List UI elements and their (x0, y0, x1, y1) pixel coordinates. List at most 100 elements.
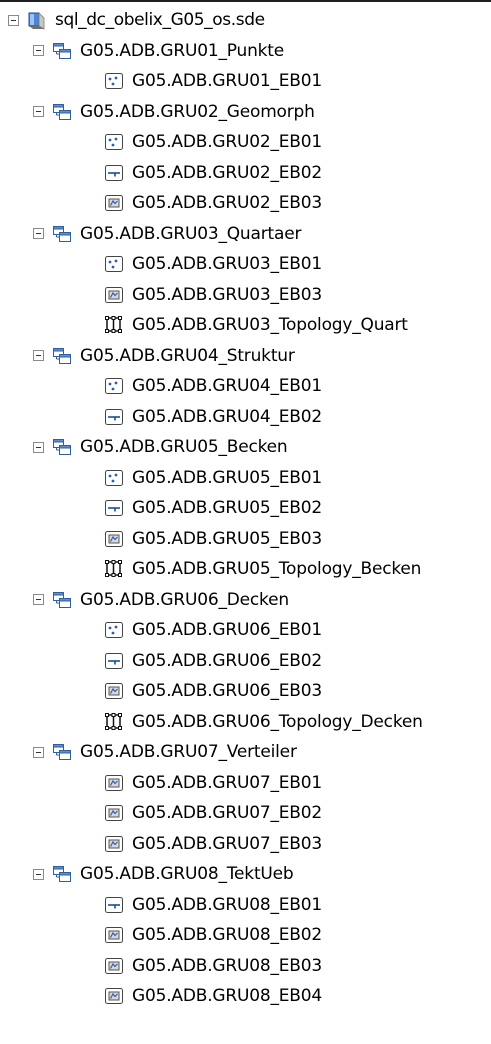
tree-item-label: G05.ADB.GRU07_EB01 (132, 772, 322, 793)
tree-item-label: G05.ADB.GRU05_EB01 (132, 467, 322, 488)
tree-item-feature-class[interactable]: G05.ADB.GRU02_EB03 (104, 188, 322, 218)
tree-item-label: G05.ADB.GRU02_EB01 (132, 132, 322, 152)
tree-item-feature-class[interactable]: G05.ADB.GRU05_EB02 (104, 493, 322, 523)
polygon-feature-class-icon (104, 986, 124, 1006)
tree-item-feature-class[interactable]: G05.ADB.GRU03_EB03 (104, 280, 322, 310)
topology-icon (104, 712, 124, 732)
polygon-feature-class-icon (104, 285, 124, 305)
tree-item-feature-dataset[interactable]: G05.ADB.GRU06_Decken (33, 585, 289, 615)
tree-item-label: G05.ADB.GRU03_Quartaer (80, 223, 302, 244)
point-feature-class-icon (104, 468, 124, 488)
tree-item-label: G05.ADB.GRU05_Topology_Becken (132, 559, 422, 579)
polygon-feature-class-icon (104, 773, 124, 793)
feature-dataset-icon (52, 864, 72, 884)
tree-item-feature-class[interactable]: G05.ADB.GRU07_EB03 (104, 829, 322, 859)
tree-item-label: G05.ADB.GRU06_Topology_Decken (132, 711, 423, 732)
tree-item-feature-class[interactable]: G05.ADB.GRU01_EB01 (104, 66, 322, 96)
tree-item-feature-class[interactable]: G05.ADB.GRU06_EB02 (104, 646, 322, 676)
tree-item-label: G05.ADB.GRU07_EB03 (132, 833, 322, 854)
tree-item-feature-class[interactable]: G05.ADB.GRU06_EB03 (104, 676, 322, 706)
tree-item-feature-dataset[interactable]: G05.ADB.GRU01_Punkte (33, 36, 284, 66)
tree-item-label: G05.ADB.GRU06_Decken (80, 589, 289, 610)
tree-item-label: G05.ADB.GRU08_EB02 (132, 925, 322, 945)
polygon-feature-class-icon (104, 956, 124, 976)
tree-item-label: G05.ADB.GRU07_Verteiler (80, 742, 297, 762)
tree-item-label: G05.ADB.GRU01_EB01 (132, 71, 322, 91)
catalog-tree: sql_dc_obelix_G05_os.sde G05.ADB.GRU01_Pu… (0, 0, 491, 1044)
line-feature-class-icon (104, 407, 124, 427)
tree-item-label: G05.ADB.GRU02_EB03 (132, 193, 322, 213)
tree-item-feature-class[interactable]: G05.ADB.GRU02_EB01 (104, 127, 322, 157)
collapse-toggle[interactable] (33, 350, 44, 361)
line-feature-class-icon (104, 651, 124, 671)
feature-dataset-icon (52, 437, 72, 457)
polygon-feature-class-icon (104, 529, 124, 549)
line-feature-class-icon (104, 895, 124, 915)
tree-item-feature-dataset[interactable]: G05.ADB.GRU05_Becken (33, 432, 288, 462)
polygon-feature-class-icon (104, 803, 124, 823)
point-feature-class-icon (104, 376, 124, 396)
tree-item-feature-class[interactable]: G05.ADB.GRU04_EB02 (104, 402, 322, 432)
topology-icon (104, 559, 124, 579)
tree-item-label: G05.ADB.GRU08_TektUeb (80, 864, 294, 884)
collapse-toggle[interactable] (33, 746, 44, 758)
tree-item-feature-class[interactable]: G05.ADB.GRU07_EB02 (104, 798, 322, 828)
tree-item-label: G05.ADB.GRU06_EB01 (132, 620, 322, 640)
tree-item-feature-class[interactable]: G05.ADB.GRU05_Topology_Becken (104, 554, 421, 584)
tree-item-feature-class[interactable]: G05.ADB.GRU03_EB01 (104, 249, 322, 279)
tree-item-label: G05.ADB.GRU06_EB02 (132, 650, 322, 671)
database-icon (27, 10, 47, 30)
tree-item-label: G05.ADB.GRU08_EB04 (132, 986, 322, 1006)
tree-item-feature-dataset[interactable]: G05.ADB.GRU08_TektUeb (33, 859, 294, 889)
point-feature-class-icon (104, 254, 124, 274)
polygon-feature-class-icon (104, 681, 124, 701)
tree-item-feature-class[interactable]: G05.ADB.GRU06_EB01 (104, 615, 322, 645)
tree-item-label: G05.ADB.GRU05_Becken (80, 437, 288, 457)
tree-item-label: G05.ADB.GRU05_EB02 (132, 498, 322, 518)
tree-item-label: G05.ADB.GRU05_EB03 (132, 528, 322, 549)
feature-dataset-icon (52, 224, 72, 244)
feature-dataset-icon (52, 590, 72, 610)
tree-item-label: G05.ADB.GRU03_EB01 (132, 254, 322, 274)
tree-item-feature-class[interactable]: G05.ADB.GRU06_Topology_Decken (104, 707, 423, 737)
feature-dataset-icon (52, 742, 72, 762)
polygon-feature-class-icon (104, 925, 124, 945)
point-feature-class-icon (104, 71, 124, 91)
tree-item-label: G05.ADB.GRU04_EB01 (132, 376, 322, 396)
tree-item-label: G05.ADB.GRU03_Topology_Quart (132, 315, 408, 335)
tree-item-feature-class[interactable]: G05.ADB.GRU07_EB01 (104, 768, 322, 798)
tree-item-feature-dataset[interactable]: G05.ADB.GRU07_Verteiler (33, 737, 297, 767)
tree-item-feature-class[interactable]: G05.ADB.GRU04_EB01 (104, 371, 322, 401)
tree-item-label: G05.ADB.GRU08_EB01 (132, 894, 322, 915)
tree-item-feature-class[interactable]: G05.ADB.GRU02_EB02 (104, 158, 322, 188)
line-feature-class-icon (104, 498, 124, 518)
tree-item-feature-class[interactable]: G05.ADB.GRU08_EB02 (104, 920, 322, 950)
feature-dataset-icon (52, 102, 72, 122)
tree-item-feature-dataset[interactable]: G05.ADB.GRU04_Struktur (33, 341, 295, 371)
tree-item-feature-dataset[interactable]: G05.ADB.GRU02_Geomorph (33, 97, 315, 127)
tree-item-label: G05.ADB.GRU02_EB02 (132, 162, 322, 183)
tree-item-label: G05.ADB.GRU02_Geomorph (80, 101, 315, 122)
tree-item-database[interactable]: sql_dc_obelix_G05_os.sde (8, 5, 265, 35)
tree-item-feature-class[interactable]: G05.ADB.GRU05_EB01 (104, 463, 322, 493)
point-feature-class-icon (104, 132, 124, 152)
collapse-toggle[interactable] (33, 868, 44, 880)
tree-item-feature-class[interactable]: G05.ADB.GRU08_EB04 (104, 981, 322, 1011)
tree-item-label: G05.ADB.GRU04_EB02 (132, 406, 322, 427)
collapse-toggle[interactable] (33, 441, 44, 453)
tree-item-feature-class[interactable]: G05.ADB.GRU05_EB03 (104, 524, 322, 554)
feature-dataset-icon (52, 346, 72, 366)
collapse-toggle[interactable] (33, 228, 44, 239)
tree-item-feature-class[interactable]: G05.ADB.GRU08_EB01 (104, 890, 322, 920)
collapse-toggle[interactable] (33, 106, 44, 117)
tree-item-label: G05.ADB.GRU08_EB03 (132, 955, 322, 976)
collapse-toggle[interactable] (33, 45, 44, 56)
tree-item-feature-dataset[interactable]: G05.ADB.GRU03_Quartaer (33, 219, 301, 249)
collapse-toggle[interactable] (33, 594, 44, 605)
tree-item-feature-class[interactable]: G05.ADB.GRU03_Topology_Quart (104, 310, 408, 340)
topology-icon (104, 315, 124, 335)
tree-item-feature-class[interactable]: G05.ADB.GRU08_EB03 (104, 951, 322, 981)
collapse-toggle[interactable] (8, 14, 19, 26)
tree-item-label: G05.ADB.GRU04_Struktur (80, 345, 295, 366)
line-feature-class-icon (104, 163, 124, 183)
